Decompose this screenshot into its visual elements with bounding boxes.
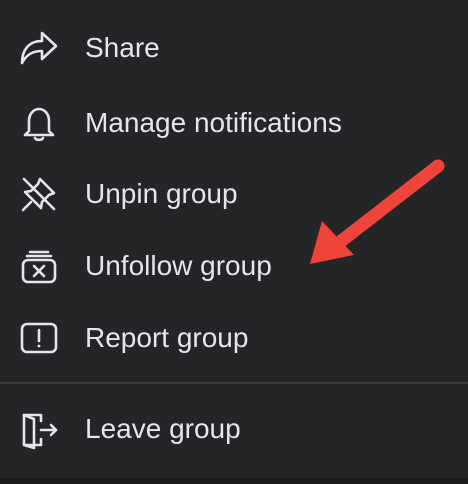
menu-item-label: Leave group [85, 413, 241, 444]
menu-item-manage-notifications[interactable]: Manage notifications [0, 91, 468, 155]
unfollow-icon [18, 245, 60, 287]
leave-icon [18, 408, 60, 450]
report-icon [18, 317, 60, 359]
menu-item-label: Report group [85, 322, 249, 353]
unpin-icon [18, 173, 60, 215]
menu-item-label: Manage notifications [85, 107, 342, 138]
menu-item-share[interactable]: Share [0, 16, 468, 80]
menu-item-label: Share [85, 32, 160, 63]
menu-divider [0, 382, 468, 384]
menu-item-report-group[interactable]: Report group [0, 306, 468, 370]
group-options-menu: Share Manage notifications Unpin group U… [0, 0, 468, 484]
menu-item-unpin-group[interactable]: Unpin group [0, 162, 468, 226]
menu-item-unfollow-group[interactable]: Unfollow group [0, 234, 468, 298]
share-icon [18, 27, 60, 69]
menu-item-label: Unpin group [85, 178, 238, 209]
menu-bottom-edge [0, 478, 468, 484]
menu-item-label: Unfollow group [85, 250, 272, 281]
bell-icon [18, 102, 60, 144]
menu-item-leave-group[interactable]: Leave group [0, 397, 468, 461]
